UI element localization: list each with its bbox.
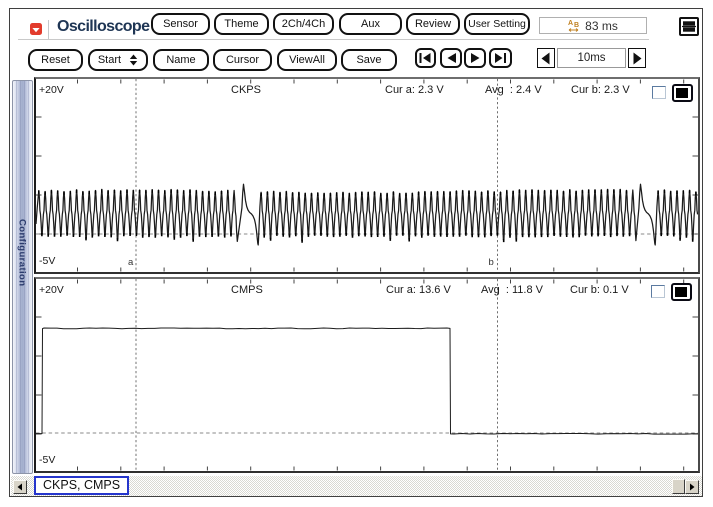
svg-text:B: B [574,22,579,29]
svg-text:A: A [568,20,573,27]
